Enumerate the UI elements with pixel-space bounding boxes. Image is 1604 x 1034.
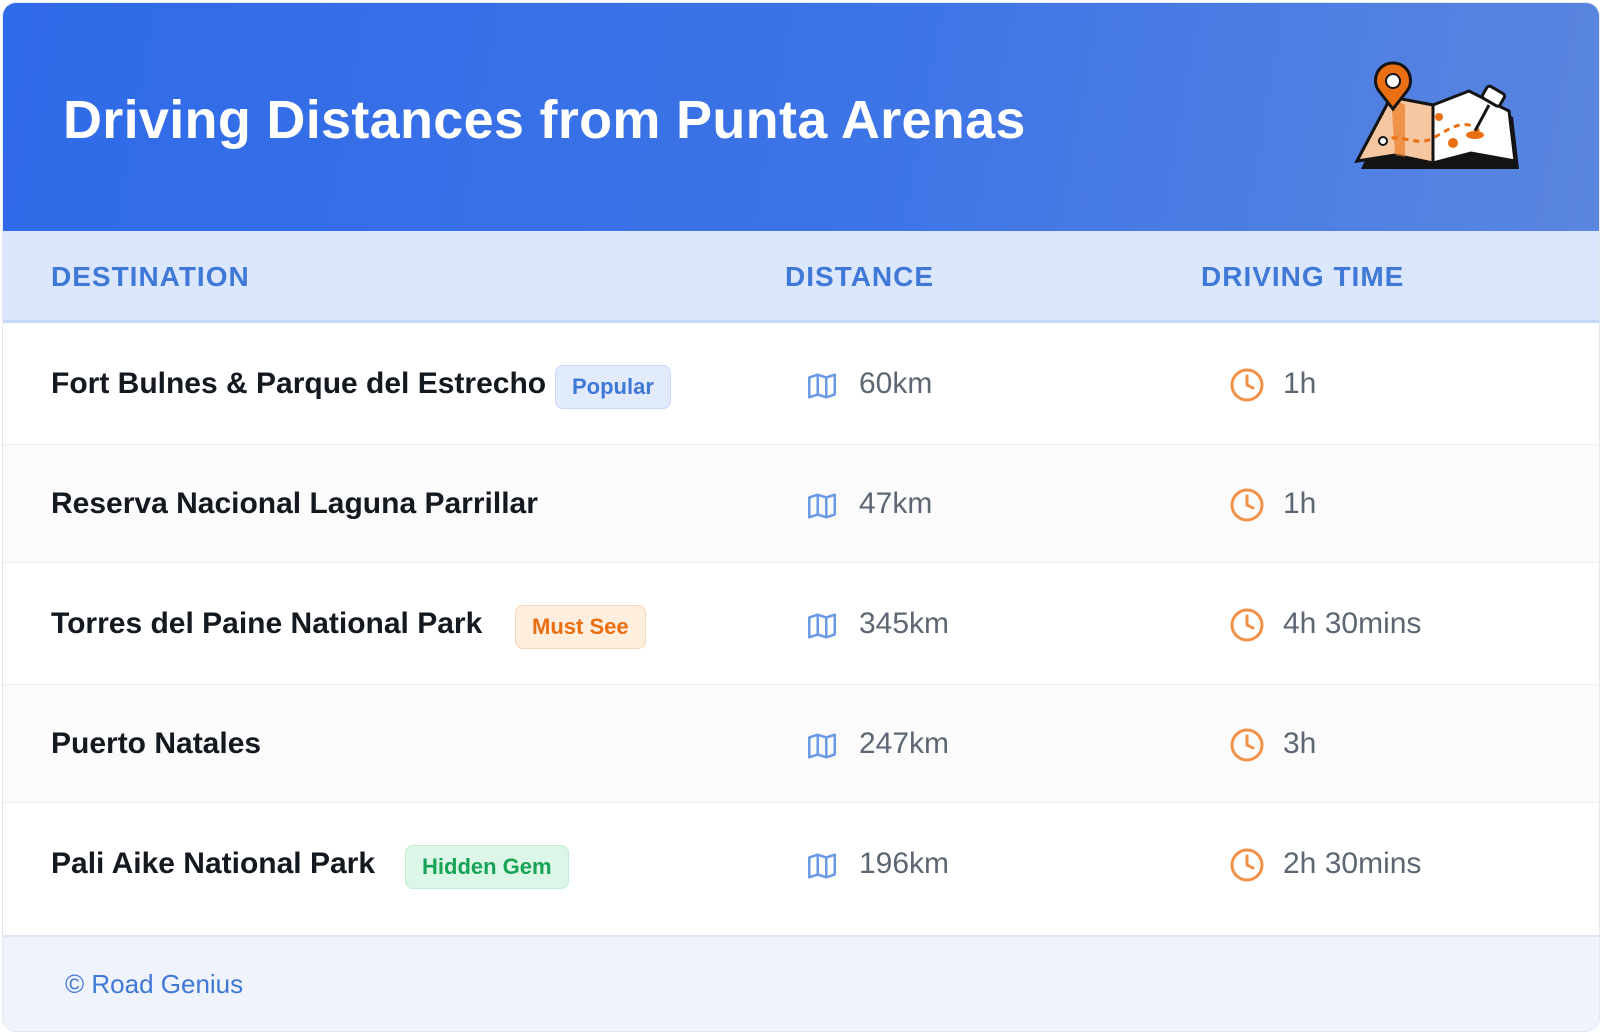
destination-name: Fort Bulnes & Parque del Estrecho <box>51 367 547 400</box>
distance-value: 196km <box>859 847 950 880</box>
clock-icon <box>1230 728 1264 762</box>
distance-value: 345km <box>859 607 950 640</box>
table-row: Fort Bulnes & Parque del Estrecho Popula… <box>3 323 1599 445</box>
header-banner: Driving Distances from Punta Arenas <box>3 3 1599 231</box>
driving-time-value: 3h <box>1283 727 1317 760</box>
clock-icon <box>1230 368 1264 402</box>
destination-name: Puerto Natales <box>51 727 262 760</box>
map-icon <box>807 853 837 879</box>
distance-card: Driving Distances from Punta Arenas DEST… <box>2 2 1600 1032</box>
column-header-driving-time: DRIVING TIME <box>1201 261 1405 292</box>
clock-icon <box>1230 608 1264 642</box>
column-header-distance: DISTANCE <box>785 261 935 292</box>
clock-icon <box>1230 488 1264 522</box>
footer: © Road Genius <box>3 935 1599 1031</box>
map-pin-illustration-icon <box>1354 61 1519 169</box>
table-body: Fort Bulnes & Parque del Estrecho Popula… <box>3 323 1599 925</box>
table-row: Torres del Paine National Park Must See … <box>3 563 1599 685</box>
map-icon <box>807 613 837 639</box>
distance-value: 60km <box>859 367 933 400</box>
destination-name: Pali Aike National Park <box>51 847 376 880</box>
driving-time-value: 1h <box>1283 487 1317 520</box>
page-title: Driving Distances from Punta Arenas <box>63 90 1026 150</box>
table-row: Reserva Nacional Laguna Parrillar 47km 1… <box>3 445 1599 563</box>
map-icon <box>807 733 837 759</box>
driving-time-value: 4h 30mins <box>1283 607 1422 640</box>
driving-time-value: 1h <box>1283 367 1317 400</box>
destination-name: Torres del Paine National Park <box>51 607 483 640</box>
must-see-badge: Must See <box>515 605 646 649</box>
map-icon <box>807 493 837 519</box>
distance-value: 247km <box>859 727 950 760</box>
clock-icon <box>1230 848 1264 882</box>
popular-badge: Popular <box>555 365 671 409</box>
destination-name: Reserva Nacional Laguna Parrillar <box>51 487 538 520</box>
map-icon <box>807 373 837 399</box>
footer-credit: © Road Genius <box>65 969 244 999</box>
distance-value: 47km <box>859 487 933 520</box>
hidden-gem-badge: Hidden Gem <box>405 845 569 889</box>
column-header-destination: DESTINATION <box>51 261 250 292</box>
column-headers: DESTINATION DISTANCE DRIVING TIME <box>3 231 1599 323</box>
table-row: Puerto Natales 247km 3h <box>3 685 1599 803</box>
driving-time-value: 2h 30mins <box>1283 847 1422 880</box>
table-row: Pali Aike National Park Hidden Gem 196km… <box>3 803 1599 925</box>
